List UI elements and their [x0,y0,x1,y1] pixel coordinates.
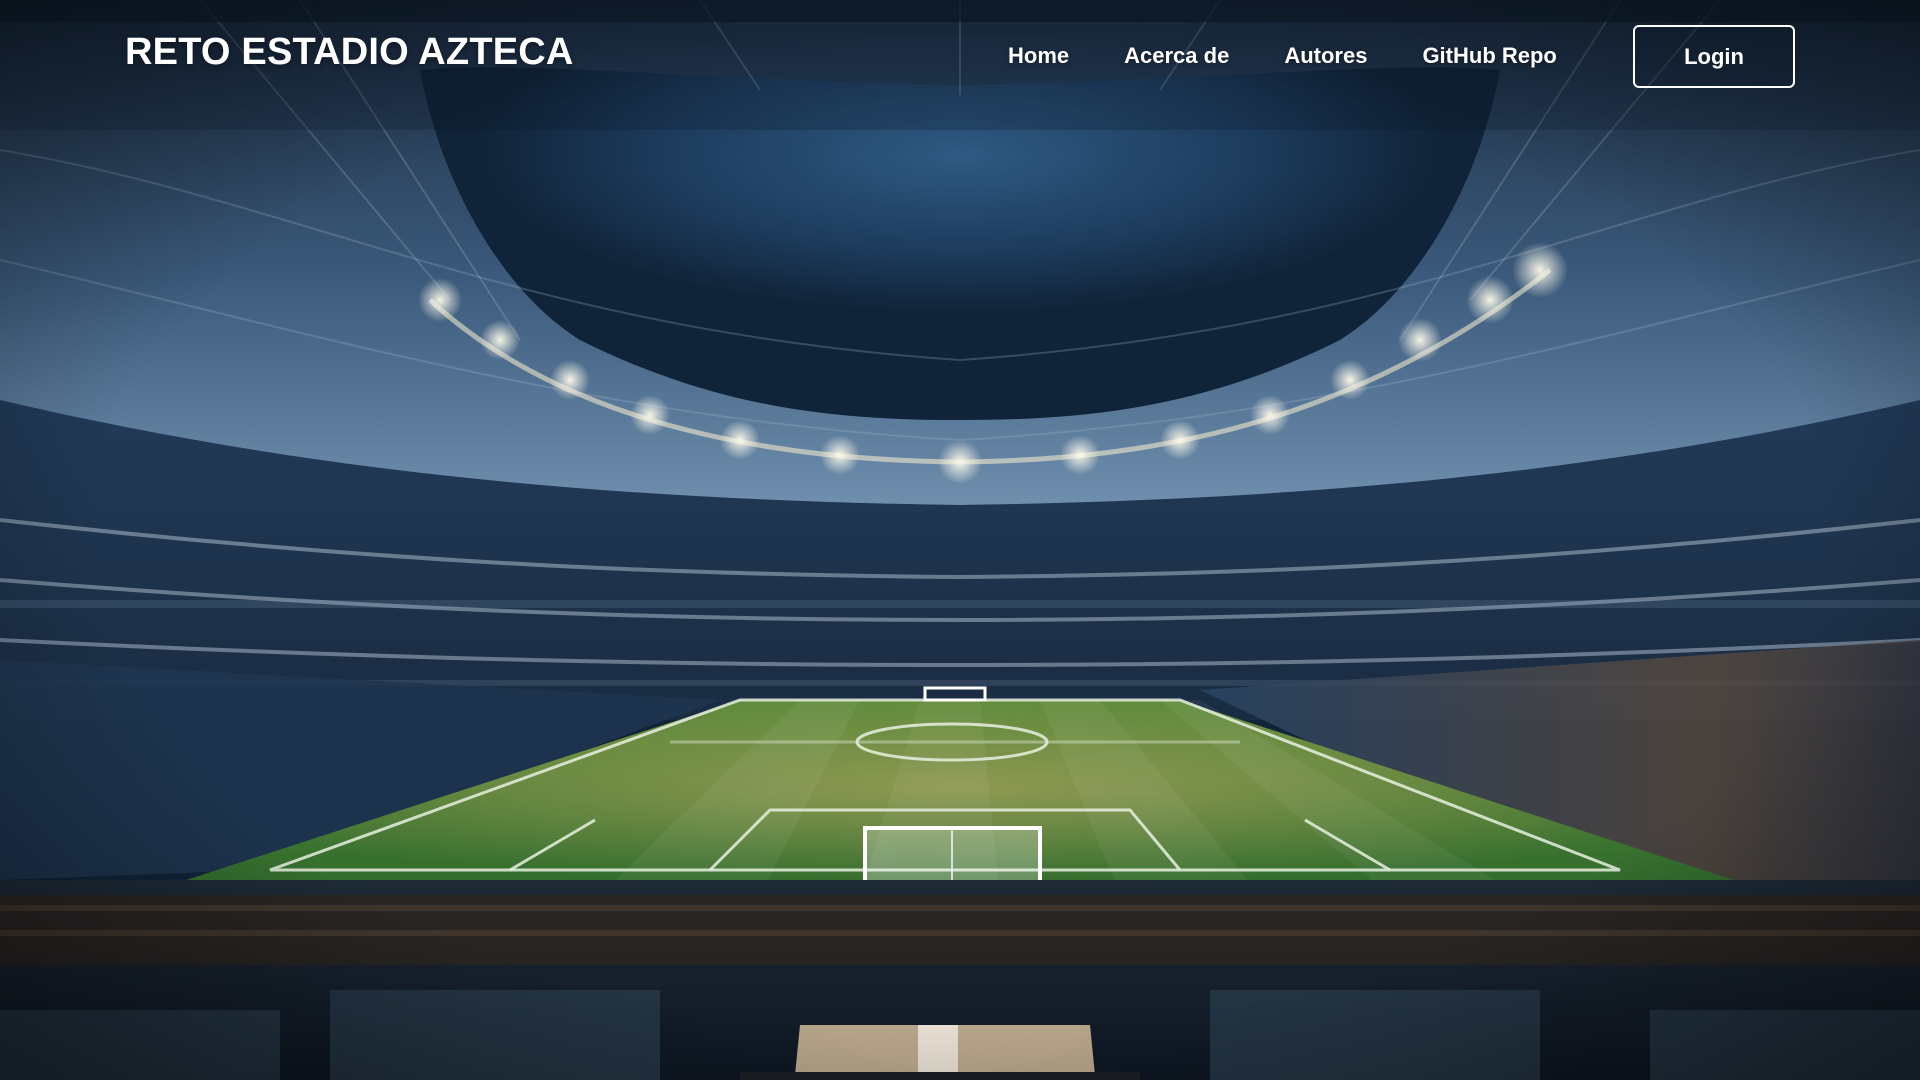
nav-links: Home Acerca de Autores GitHub Repo [1008,43,1557,69]
hero-section: RETO ESTADIO AZTECA Home Acerca de Autor… [0,0,1920,1080]
login-button[interactable]: Login [1633,25,1795,88]
nav-link-home[interactable]: Home [1008,43,1069,69]
stadium-background-image [0,0,1920,1080]
nav-link-acerca-de[interactable]: Acerca de [1124,43,1229,69]
brand-title[interactable]: RETO ESTADIO AZTECA [125,31,574,74]
top-navbar: RETO ESTADIO AZTECA Home Acerca de Autor… [0,0,1920,114]
nav-link-autores[interactable]: Autores [1284,43,1367,69]
nav-link-github-repo[interactable]: GitHub Repo [1422,43,1556,69]
